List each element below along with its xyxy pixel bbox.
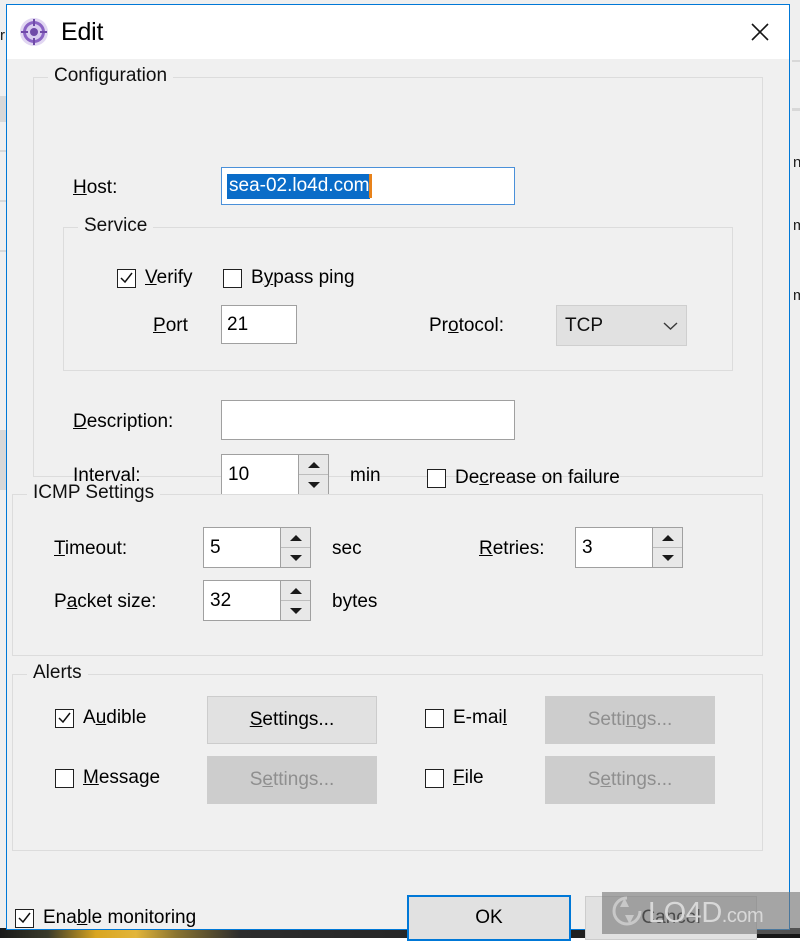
background-text-fragment: m bbox=[793, 288, 800, 303]
background-strip bbox=[792, 60, 800, 62]
packet-size-value: 32 bbox=[204, 581, 280, 620]
packet-size-stepper[interactable]: 32 bbox=[203, 580, 311, 621]
checkbox-box bbox=[427, 469, 446, 488]
file-settings-button[interactable]: Settings... bbox=[545, 756, 715, 804]
retries-stepper[interactable]: 3 bbox=[575, 527, 683, 568]
timeout-unit: sec bbox=[332, 538, 362, 560]
stepper-buttons bbox=[280, 528, 310, 567]
port-input[interactable]: 21 bbox=[221, 305, 297, 344]
message-label: Message bbox=[83, 767, 160, 789]
enable-monitoring-label: Enable monitoring bbox=[43, 907, 196, 929]
stepper-down-icon[interactable] bbox=[281, 547, 310, 567]
stepper-buttons bbox=[298, 455, 328, 494]
window-title: Edit bbox=[61, 18, 103, 47]
close-icon[interactable] bbox=[731, 5, 789, 58]
timeout-value: 5 bbox=[204, 528, 280, 567]
stepper-buttons bbox=[280, 581, 310, 620]
checkbox-box bbox=[425, 769, 444, 788]
port-label: Port bbox=[153, 315, 188, 337]
cancel-button[interactable]: Cancel bbox=[585, 896, 757, 940]
service-group: Service bbox=[63, 227, 733, 371]
packet-size-label: Packet size: bbox=[54, 591, 156, 613]
target-crosshair-icon bbox=[19, 17, 49, 47]
host-input-value: sea-02.lo4d.com bbox=[227, 174, 370, 199]
stepper-up-icon[interactable] bbox=[653, 528, 682, 547]
host-input[interactable]: sea-02.lo4d.com bbox=[221, 167, 515, 205]
decrease-on-failure-checkbox[interactable]: Decrease on failure bbox=[427, 467, 620, 489]
port-input-value: 21 bbox=[227, 314, 248, 336]
checkbox-box bbox=[15, 909, 34, 928]
packet-size-unit: bytes bbox=[332, 591, 377, 613]
file-label: File bbox=[453, 767, 484, 789]
checkbox-box bbox=[117, 269, 136, 288]
description-input[interactable] bbox=[221, 400, 515, 440]
file-checkbox[interactable]: File bbox=[425, 767, 484, 789]
chevron-down-icon bbox=[663, 315, 678, 337]
interval-value: 10 bbox=[222, 455, 298, 494]
email-checkbox[interactable]: E-mail bbox=[425, 707, 507, 729]
text-caret bbox=[369, 174, 372, 198]
stepper-down-icon[interactable] bbox=[299, 474, 328, 494]
verify-label: Verify bbox=[145, 267, 193, 289]
email-label: E-mail bbox=[453, 707, 507, 729]
background-text-fragment: r bbox=[0, 28, 5, 43]
edit-dialog: Edit Configuration Host: sea-02.lo4d.com… bbox=[6, 4, 790, 930]
protocol-label: Protocol: bbox=[429, 315, 504, 337]
bypass-ping-checkbox[interactable]: Bypass ping bbox=[223, 267, 355, 289]
message-checkbox[interactable]: Message bbox=[55, 767, 160, 789]
checkbox-box bbox=[425, 709, 444, 728]
background-text-fragment: n bbox=[793, 155, 800, 170]
stepper-up-icon[interactable] bbox=[299, 455, 328, 474]
stepper-down-icon[interactable] bbox=[653, 547, 682, 567]
audible-checkbox[interactable]: Audible bbox=[55, 707, 146, 729]
icmp-settings-group-label: ICMP Settings bbox=[27, 482, 160, 504]
dialog-body: Configuration Host: sea-02.lo4d.com Serv… bbox=[7, 59, 789, 929]
alerts-group-label: Alerts bbox=[27, 662, 88, 684]
checkbox-box bbox=[55, 709, 74, 728]
message-settings-button[interactable]: Settings... bbox=[207, 756, 377, 804]
configuration-group-label: Configuration bbox=[48, 65, 173, 87]
retries-label: Retries: bbox=[479, 538, 544, 560]
stepper-buttons bbox=[652, 528, 682, 567]
protocol-value: TCP bbox=[565, 315, 663, 337]
email-settings-button[interactable]: Settings... bbox=[545, 696, 715, 744]
icmp-settings-group: ICMP Settings bbox=[12, 494, 763, 656]
stepper-up-icon[interactable] bbox=[281, 528, 310, 547]
stepper-up-icon[interactable] bbox=[281, 581, 310, 600]
description-label: Description: bbox=[73, 411, 173, 433]
host-label: Host: bbox=[73, 177, 117, 199]
decrease-on-failure-label: Decrease on failure bbox=[455, 467, 620, 489]
background-text-fragment: m bbox=[793, 218, 800, 233]
bypass-ping-label: Bypass ping bbox=[251, 267, 355, 289]
stepper-down-icon[interactable] bbox=[281, 600, 310, 620]
audible-label: Audible bbox=[83, 707, 146, 729]
checkbox-box bbox=[223, 269, 242, 288]
title-bar[interactable]: Edit bbox=[7, 5, 789, 59]
interval-unit: min bbox=[350, 465, 381, 487]
interval-stepper[interactable]: 10 bbox=[221, 454, 329, 495]
checkbox-box bbox=[55, 769, 74, 788]
verify-checkbox[interactable]: Verify bbox=[117, 267, 193, 289]
audible-settings-button[interactable]: Settings... bbox=[207, 696, 377, 744]
background-strip bbox=[792, 108, 800, 111]
protocol-select[interactable]: TCP bbox=[556, 305, 687, 346]
timeout-stepper[interactable]: 5 bbox=[203, 527, 311, 568]
timeout-label: Timeout: bbox=[54, 538, 127, 560]
service-group-label: Service bbox=[78, 215, 153, 237]
enable-monitoring-checkbox[interactable]: Enable monitoring bbox=[15, 907, 196, 929]
retries-value: 3 bbox=[576, 528, 652, 567]
ok-button[interactable]: OK bbox=[407, 895, 571, 941]
